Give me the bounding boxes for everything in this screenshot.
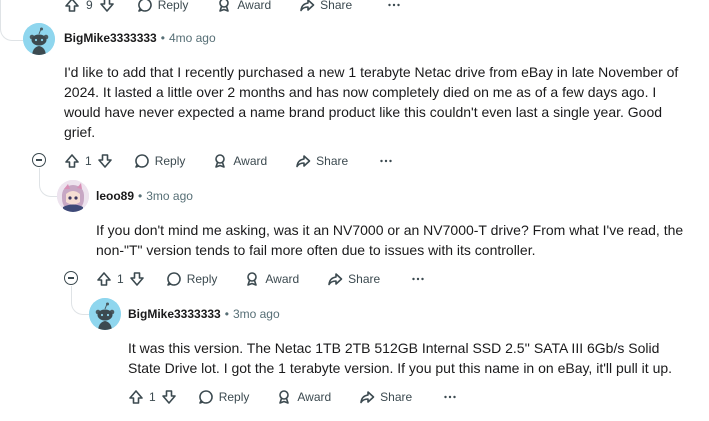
reply-label: Reply — [218, 390, 250, 404]
share-label: Share — [316, 154, 349, 168]
share-icon — [359, 389, 375, 405]
anime-avatar-icon — [57, 180, 89, 212]
share-label: Share — [348, 272, 381, 286]
comment-actions: 1 Reply Award Share — [64, 151, 394, 171]
separator-dot: • — [160, 31, 165, 45]
comment-actions: 9 Reply Award Share — [64, 0, 402, 15]
share-button[interactable]: Share — [327, 271, 380, 287]
award-icon — [276, 389, 292, 405]
username-link[interactable]: leoo89 — [96, 189, 134, 203]
award-label: Award — [297, 390, 332, 404]
comment-icon — [198, 389, 214, 405]
collapse-thread-button[interactable] — [64, 271, 78, 285]
share-label: Share — [380, 390, 413, 404]
timestamp[interactable]: 3mo ago — [233, 307, 280, 321]
comment-text: It was this version. The Netac 1TB 2TB 5… — [128, 340, 673, 376]
more-icon — [442, 389, 458, 405]
share-button[interactable]: Share — [295, 153, 348, 169]
downvote-icon[interactable] — [97, 153, 113, 169]
reply-label: Reply — [154, 154, 186, 168]
upvote-icon[interactable] — [96, 271, 112, 287]
timestamp[interactable]: 4mo ago — [169, 31, 216, 45]
more-options-button[interactable] — [442, 389, 458, 405]
timestamp[interactable]: 3mo ago — [146, 189, 193, 203]
reply-button[interactable]: Reply — [198, 389, 250, 405]
upvote-icon[interactable] — [64, 153, 80, 169]
share-icon — [295, 153, 311, 169]
share-icon — [327, 271, 343, 287]
snoo-avatar-icon — [23, 23, 55, 55]
more-icon — [410, 271, 426, 287]
award-label: Award — [237, 0, 272, 12]
more-icon — [386, 0, 402, 13]
avatar[interactable] — [57, 180, 89, 212]
award-label: Award — [233, 154, 268, 168]
comment-actions: 1 Reply Award Share — [96, 269, 426, 289]
downvote-icon[interactable] — [129, 271, 145, 287]
award-icon — [216, 0, 232, 13]
upvote-icon[interactable] — [64, 0, 80, 13]
reply-label: Reply — [186, 272, 218, 286]
vote-group: 1 — [128, 389, 177, 405]
award-button[interactable]: Award — [216, 0, 271, 13]
reply-label: Reply — [157, 0, 189, 12]
downvote-icon[interactable] — [161, 389, 177, 405]
separator-dot: • — [224, 307, 229, 321]
share-icon — [299, 0, 315, 13]
award-button[interactable]: Award — [244, 271, 299, 287]
award-button[interactable]: Award — [276, 389, 331, 405]
vote-count: 1 — [117, 272, 124, 286]
vote-count: 1 — [149, 390, 156, 404]
avatar[interactable] — [89, 298, 121, 330]
username-link[interactable]: BigMike3333333 — [64, 31, 157, 45]
award-button[interactable]: Award — [212, 153, 267, 169]
downvote-icon[interactable] — [99, 0, 115, 13]
award-icon — [212, 153, 228, 169]
comment-text: I'd like to add that I recently purchase… — [64, 64, 679, 140]
award-label: Award — [265, 272, 300, 286]
upvote-icon[interactable] — [128, 389, 144, 405]
collapse-thread-button[interactable] — [32, 153, 46, 167]
vote-group: 1 — [96, 271, 145, 287]
share-label: Share — [320, 0, 353, 12]
reply-button[interactable]: Reply — [137, 0, 189, 13]
comment-icon — [166, 271, 182, 287]
share-button[interactable]: Share — [359, 389, 412, 405]
award-icon — [244, 271, 260, 287]
thread-connector — [0, 0, 23, 41]
vote-group: 9 — [64, 0, 115, 13]
comment-text: If you don't mind me asking, was it an N… — [96, 222, 684, 258]
comment-meta: BigMike3333333 • 3mo ago — [128, 307, 280, 321]
reply-button[interactable]: Reply — [166, 271, 218, 287]
snoo-avatar-icon — [89, 298, 121, 330]
comment-icon — [134, 153, 150, 169]
more-options-button[interactable] — [386, 0, 402, 13]
vote-group: 1 — [64, 153, 113, 169]
comment-meta: BigMike3333333 • 4mo ago — [64, 31, 216, 45]
comment-actions: 1 Reply Award Share — [128, 387, 458, 407]
vote-count: 9 — [86, 0, 93, 12]
share-button[interactable]: Share — [299, 0, 352, 13]
vote-count: 1 — [85, 154, 92, 168]
comment-meta: leoo89 • 3mo ago — [96, 189, 193, 203]
username-link[interactable]: BigMike3333333 — [128, 307, 221, 321]
more-options-button[interactable] — [410, 271, 426, 287]
separator-dot: • — [138, 189, 143, 203]
more-icon — [378, 153, 394, 169]
avatar[interactable] — [23, 23, 55, 55]
more-options-button[interactable] — [378, 153, 394, 169]
reply-button[interactable]: Reply — [134, 153, 186, 169]
comment-icon — [137, 0, 153, 13]
